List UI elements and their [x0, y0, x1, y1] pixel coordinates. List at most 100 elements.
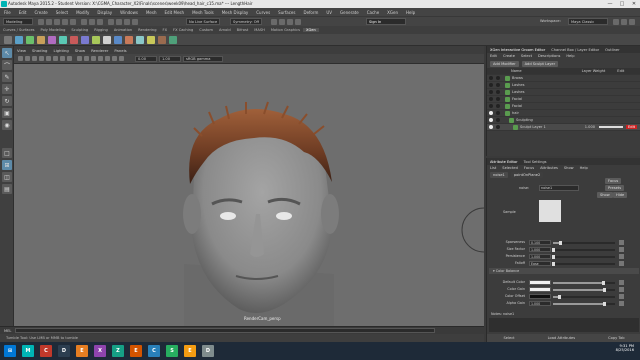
shelf-tab[interactable]: Sculpting [68, 28, 91, 32]
menu-item[interactable]: File [4, 10, 11, 15]
layer-row[interactable]: Sculpt Layer 1 1.000 Edit [487, 124, 640, 131]
grid-icon[interactable] [46, 56, 51, 61]
layer-row[interactable]: hair [487, 110, 640, 117]
select-icon[interactable]: ↖ [2, 48, 12, 58]
shelf-tab[interactable]: Animation [111, 28, 135, 32]
attr-slider[interactable] [553, 288, 615, 292]
lock-icon[interactable] [495, 83, 500, 87]
snap-point-icon[interactable] [124, 18, 130, 25]
shelf-tab[interactable]: Curves / Surfaces [0, 28, 38, 32]
attr-menu-item[interactable]: Help [577, 166, 591, 170]
xgen-cache-icon[interactable] [158, 35, 166, 44]
map-button-icon[interactable] [619, 254, 624, 259]
map-button-icon[interactable] [619, 261, 624, 266]
slider-knob[interactable] [558, 295, 562, 299]
channel-box-icon[interactable] [629, 19, 635, 25]
attr-value-field[interactable]: Ease [529, 261, 551, 266]
modeling-toolkit-icon[interactable] [613, 19, 619, 25]
layout-side-icon[interactable]: ◫ [2, 172, 12, 182]
minimize-button[interactable]: — [604, 0, 616, 8]
attr-value-field[interactable] [529, 280, 551, 285]
panel-tab[interactable]: XGen Interactive Groom Editor [487, 48, 548, 52]
menu-item[interactable]: Cache [367, 10, 379, 15]
xgen-menu-item[interactable]: Create [500, 54, 518, 58]
xgen-create-icon[interactable] [15, 35, 23, 44]
slider-knob[interactable] [552, 262, 555, 266]
panel-tab[interactable]: Channel Box / Layer Editor [548, 48, 602, 52]
shadows-icon[interactable] [105, 56, 110, 61]
attr-tab[interactable]: Attribute Editor [487, 160, 521, 164]
menu-item[interactable]: Edit Mesh [165, 10, 185, 15]
wireframe-icon[interactable] [77, 56, 82, 61]
attr-value-field[interactable]: 1.000 [529, 247, 551, 252]
menu-item[interactable]: Windows [120, 10, 138, 15]
color-space-dropdown[interactable]: sRGB gamma [183, 55, 223, 62]
xgen-guide-icon[interactable] [59, 35, 67, 44]
xray-icon[interactable] [119, 56, 124, 61]
taskbar-app-icon[interactable]: D [202, 345, 214, 357]
shelf-tab[interactable]: Bifrost [234, 28, 252, 32]
viewport-menu-item[interactable]: Lighting [53, 48, 68, 53]
edit-button[interactable]: Edit [626, 125, 637, 129]
xgen-smooth-icon[interactable] [136, 35, 144, 44]
slider-knob[interactable] [552, 255, 555, 259]
taskbar-app-icon[interactable]: M [22, 345, 34, 357]
xgen-cut-icon[interactable] [70, 35, 78, 44]
map-button-icon[interactable] [619, 247, 624, 252]
xgen-clump-icon[interactable] [125, 35, 133, 44]
lock-icon[interactable] [495, 97, 500, 101]
smooth-shade-icon[interactable] [84, 56, 89, 61]
map-button-icon[interactable] [619, 301, 624, 306]
visibility-icon[interactable] [488, 118, 493, 122]
menu-item[interactable]: Surfaces [278, 10, 295, 15]
viewport-menu-item[interactable]: Panels [114, 48, 126, 53]
shelf-tab[interactable]: Motion Graphics [268, 28, 303, 32]
layer-row[interactable]: Sculpting [487, 117, 640, 124]
taskbar-app-icon[interactable]: E [76, 345, 88, 357]
map-button-icon[interactable] [619, 280, 624, 285]
menu-item[interactable]: Display [97, 10, 112, 15]
node-tab-2[interactable]: pointOnPlane2 [510, 171, 544, 178]
scale-icon[interactable]: ▣ [2, 108, 12, 118]
visibility-icon[interactable] [488, 97, 493, 101]
xgen-groom-icon[interactable] [48, 35, 56, 44]
menu-item[interactable]: Edit [19, 10, 27, 15]
viewport[interactable]: RenderCam_persp [14, 64, 484, 326]
attr-slider[interactable] [553, 241, 615, 245]
taskbar-app-icon[interactable]: E [184, 345, 196, 357]
slider-knob[interactable] [552, 248, 555, 252]
attr-slider[interactable] [553, 295, 615, 299]
xgen-menu-item[interactable]: Descriptions [535, 54, 563, 58]
snap-curve-icon[interactable] [116, 18, 122, 25]
lock-icon[interactable] [495, 125, 500, 129]
textured-icon[interactable] [91, 56, 96, 61]
attr-slider[interactable] [553, 281, 615, 285]
copy-tab-button[interactable]: Copy Tab [608, 336, 624, 340]
hypershade-icon[interactable] [295, 19, 301, 25]
select-object-icon[interactable] [89, 18, 95, 25]
attr-slider[interactable] [552, 248, 615, 252]
map-button-icon[interactable] [619, 287, 624, 292]
lock-icon[interactable] [495, 118, 500, 122]
slider-knob[interactable] [601, 281, 605, 285]
xgen-noise-icon[interactable] [114, 35, 122, 44]
gate-mask-icon[interactable] [67, 56, 72, 61]
attr-menu-item[interactable]: Attributes [537, 166, 561, 170]
select-component-icon[interactable] [97, 18, 103, 25]
menu-item[interactable]: Mesh [146, 10, 157, 15]
snap-grid-icon[interactable] [108, 18, 114, 25]
visibility-icon[interactable] [488, 90, 493, 94]
presets-button[interactable]: Presets [605, 185, 625, 191]
map-button-icon[interactable] [619, 294, 624, 299]
taskbar-app-icon[interactable]: S [166, 345, 178, 357]
visibility-icon[interactable] [488, 104, 493, 108]
attr-value-field[interactable]: 1.000 [529, 254, 551, 259]
taskbar-app-icon[interactable]: D [58, 345, 70, 357]
attr-value-field[interactable]: 1.000 [529, 301, 551, 306]
workspace-dropdown[interactable]: Maya Classic [568, 18, 608, 25]
attr-value-field[interactable] [529, 294, 551, 299]
attr-slider[interactable] [552, 262, 615, 266]
menu-item[interactable]: XGen [387, 10, 398, 15]
menu-item[interactable]: Select [56, 10, 68, 15]
attr-menu-item[interactable]: Show [561, 166, 577, 170]
